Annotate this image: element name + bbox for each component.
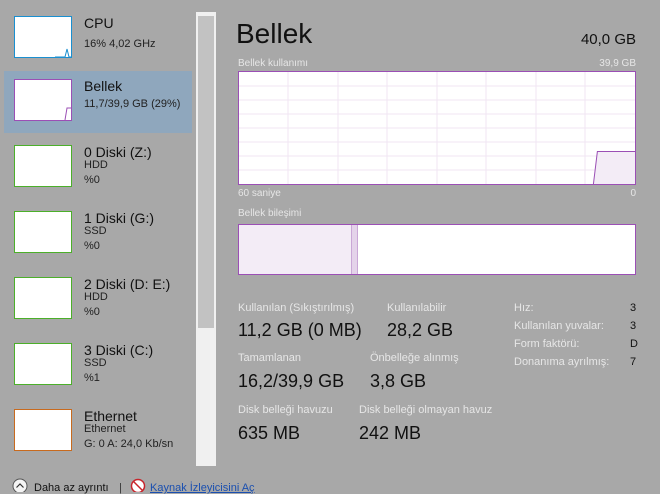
sidebar-item-title: 1 Diski (G:) [84,210,154,226]
cached-value: 3,8 GB [370,371,427,391]
sidebar-item-throughput: G: 0 A: 24,0 Kb/sn [84,438,174,450]
cpu-graph-icon [14,16,72,58]
usage-graph-label: Bellek kullanımı [238,58,309,69]
sidebar-item-title: Ethernet [84,408,137,424]
time-axis-min: 0 [630,188,636,199]
hardware-reserved-value: 7 [630,356,637,368]
sidebar-item-title: Bellek [84,78,123,94]
memory-detail-panel: Bellek 40,0 GB Bellek kullanımı 39,9 GB [228,0,660,466]
sidebar-item-type: Ethernet [84,423,126,435]
sidebar-item-disk-3[interactable]: 3 Diski (C:) SSD %1 [4,335,192,397]
sidebar-item-usage: %0 [84,240,100,252]
sidebar-item-title: 2 Diski (D: E:) [84,276,171,292]
sidebar-item-detail: 16% 4,02 GHz [84,38,156,50]
time-axis-label: 60 saniye [238,188,281,199]
sidebar-item-disk-0[interactable]: 0 Diski (Z:) HDD %0 [4,137,192,199]
sidebar: CPU 16% 4,02 GHz Bellek 11,7/39,9 GB (29… [0,0,196,466]
memory-composition-bar[interactable] [238,224,636,275]
sidebar-item-disk-2[interactable]: 2 Diski (D: E:) HDD %0 [4,269,192,331]
sidebar-item-type: SSD [84,225,107,237]
in-use-segment[interactable] [239,225,351,274]
disk-graph-icon [14,145,72,187]
usage-graph-max: 39,9 GB [599,58,636,69]
committed-value: 16,2/39,9 GB [238,371,345,391]
memory-usage-chart [239,72,635,185]
slots-label: Kullanılan yuvalar: [514,320,604,332]
hardware-reserved-label: Donanıma ayrılmış: [514,356,610,368]
sidebar-item-type: HDD [84,159,108,171]
memory-graph-icon [14,79,72,121]
paged-pool-value: 635 MB [238,423,301,443]
speed-value: 3 [630,302,637,314]
slots-value: 3 [630,320,637,332]
composition-label: Bellek bileşimi [238,208,302,219]
form-factor-label: Form faktörü: [514,338,580,350]
committed-label: Tamamlanan [238,352,301,364]
page-title: Bellek [236,18,313,49]
sidebar-item-type: SSD [84,357,107,369]
disk-graph-icon [14,211,72,253]
speed-label: Hız: [514,302,534,314]
footer-separator: | [119,482,122,494]
sidebar-item-detail: 11,7/39,9 GB (29%) [84,98,181,110]
open-resource-monitor-link[interactable]: Kaynak İzleyicisini Aç [150,482,255,494]
standby-segment[interactable] [357,225,391,274]
cached-label: Önbelleğe alınmış [370,352,459,364]
sidebar-item-disk-1[interactable]: 1 Diski (G:) SSD %0 [4,203,192,265]
network-graph-icon [14,409,72,451]
in-use-value: 11,2 GB (0 MB) [238,320,362,340]
sidebar-item-title: CPU [84,15,114,31]
sidebar-item-title: 0 Diski (Z:) [84,144,152,160]
nonpaged-pool-value: 242 MB [359,423,422,443]
disk-graph-icon [14,343,72,385]
disk-graph-icon [14,277,72,319]
sidebar-scrollbar[interactable] [196,12,216,466]
sidebar-item-ethernet[interactable]: Ethernet Ethernet G: 0 A: 24,0 Kb/sn [4,401,192,463]
available-label: Kullanılabilir [387,302,447,314]
sidebar-item-cpu[interactable]: CPU 16% 4,02 GHz [4,8,192,70]
sidebar-item-memory[interactable]: Bellek 11,7/39,9 GB (29%) [4,71,192,133]
nonpaged-pool-label: Disk belleği olmayan havuz [359,404,493,416]
form-factor-value: D [630,338,638,350]
sidebar-item-type: HDD [84,291,108,303]
in-use-label: Kullanılan (Sıkıştırılmış) [238,302,355,314]
fewer-details-button[interactable]: Daha az ayrıntı [34,482,109,494]
usage-area [593,151,635,184]
footer: Daha az ayrıntı | Kaynak İzleyicisini Aç [0,476,660,494]
sidebar-item-usage: %0 [84,174,100,186]
available-value: 28,2 GB [387,320,454,340]
sidebar-item-usage: %0 [84,306,100,318]
total-memory: 40,0 GB [580,31,636,48]
sidebar-item-usage: %1 [84,372,100,384]
paged-pool-label: Disk belleği havuzu [238,404,333,416]
memory-usage-graph [238,71,636,185]
free-segment[interactable] [390,225,635,274]
sidebar-item-title: 3 Diski (C:) [84,342,154,358]
scrollbar-thumb[interactable] [198,16,214,328]
